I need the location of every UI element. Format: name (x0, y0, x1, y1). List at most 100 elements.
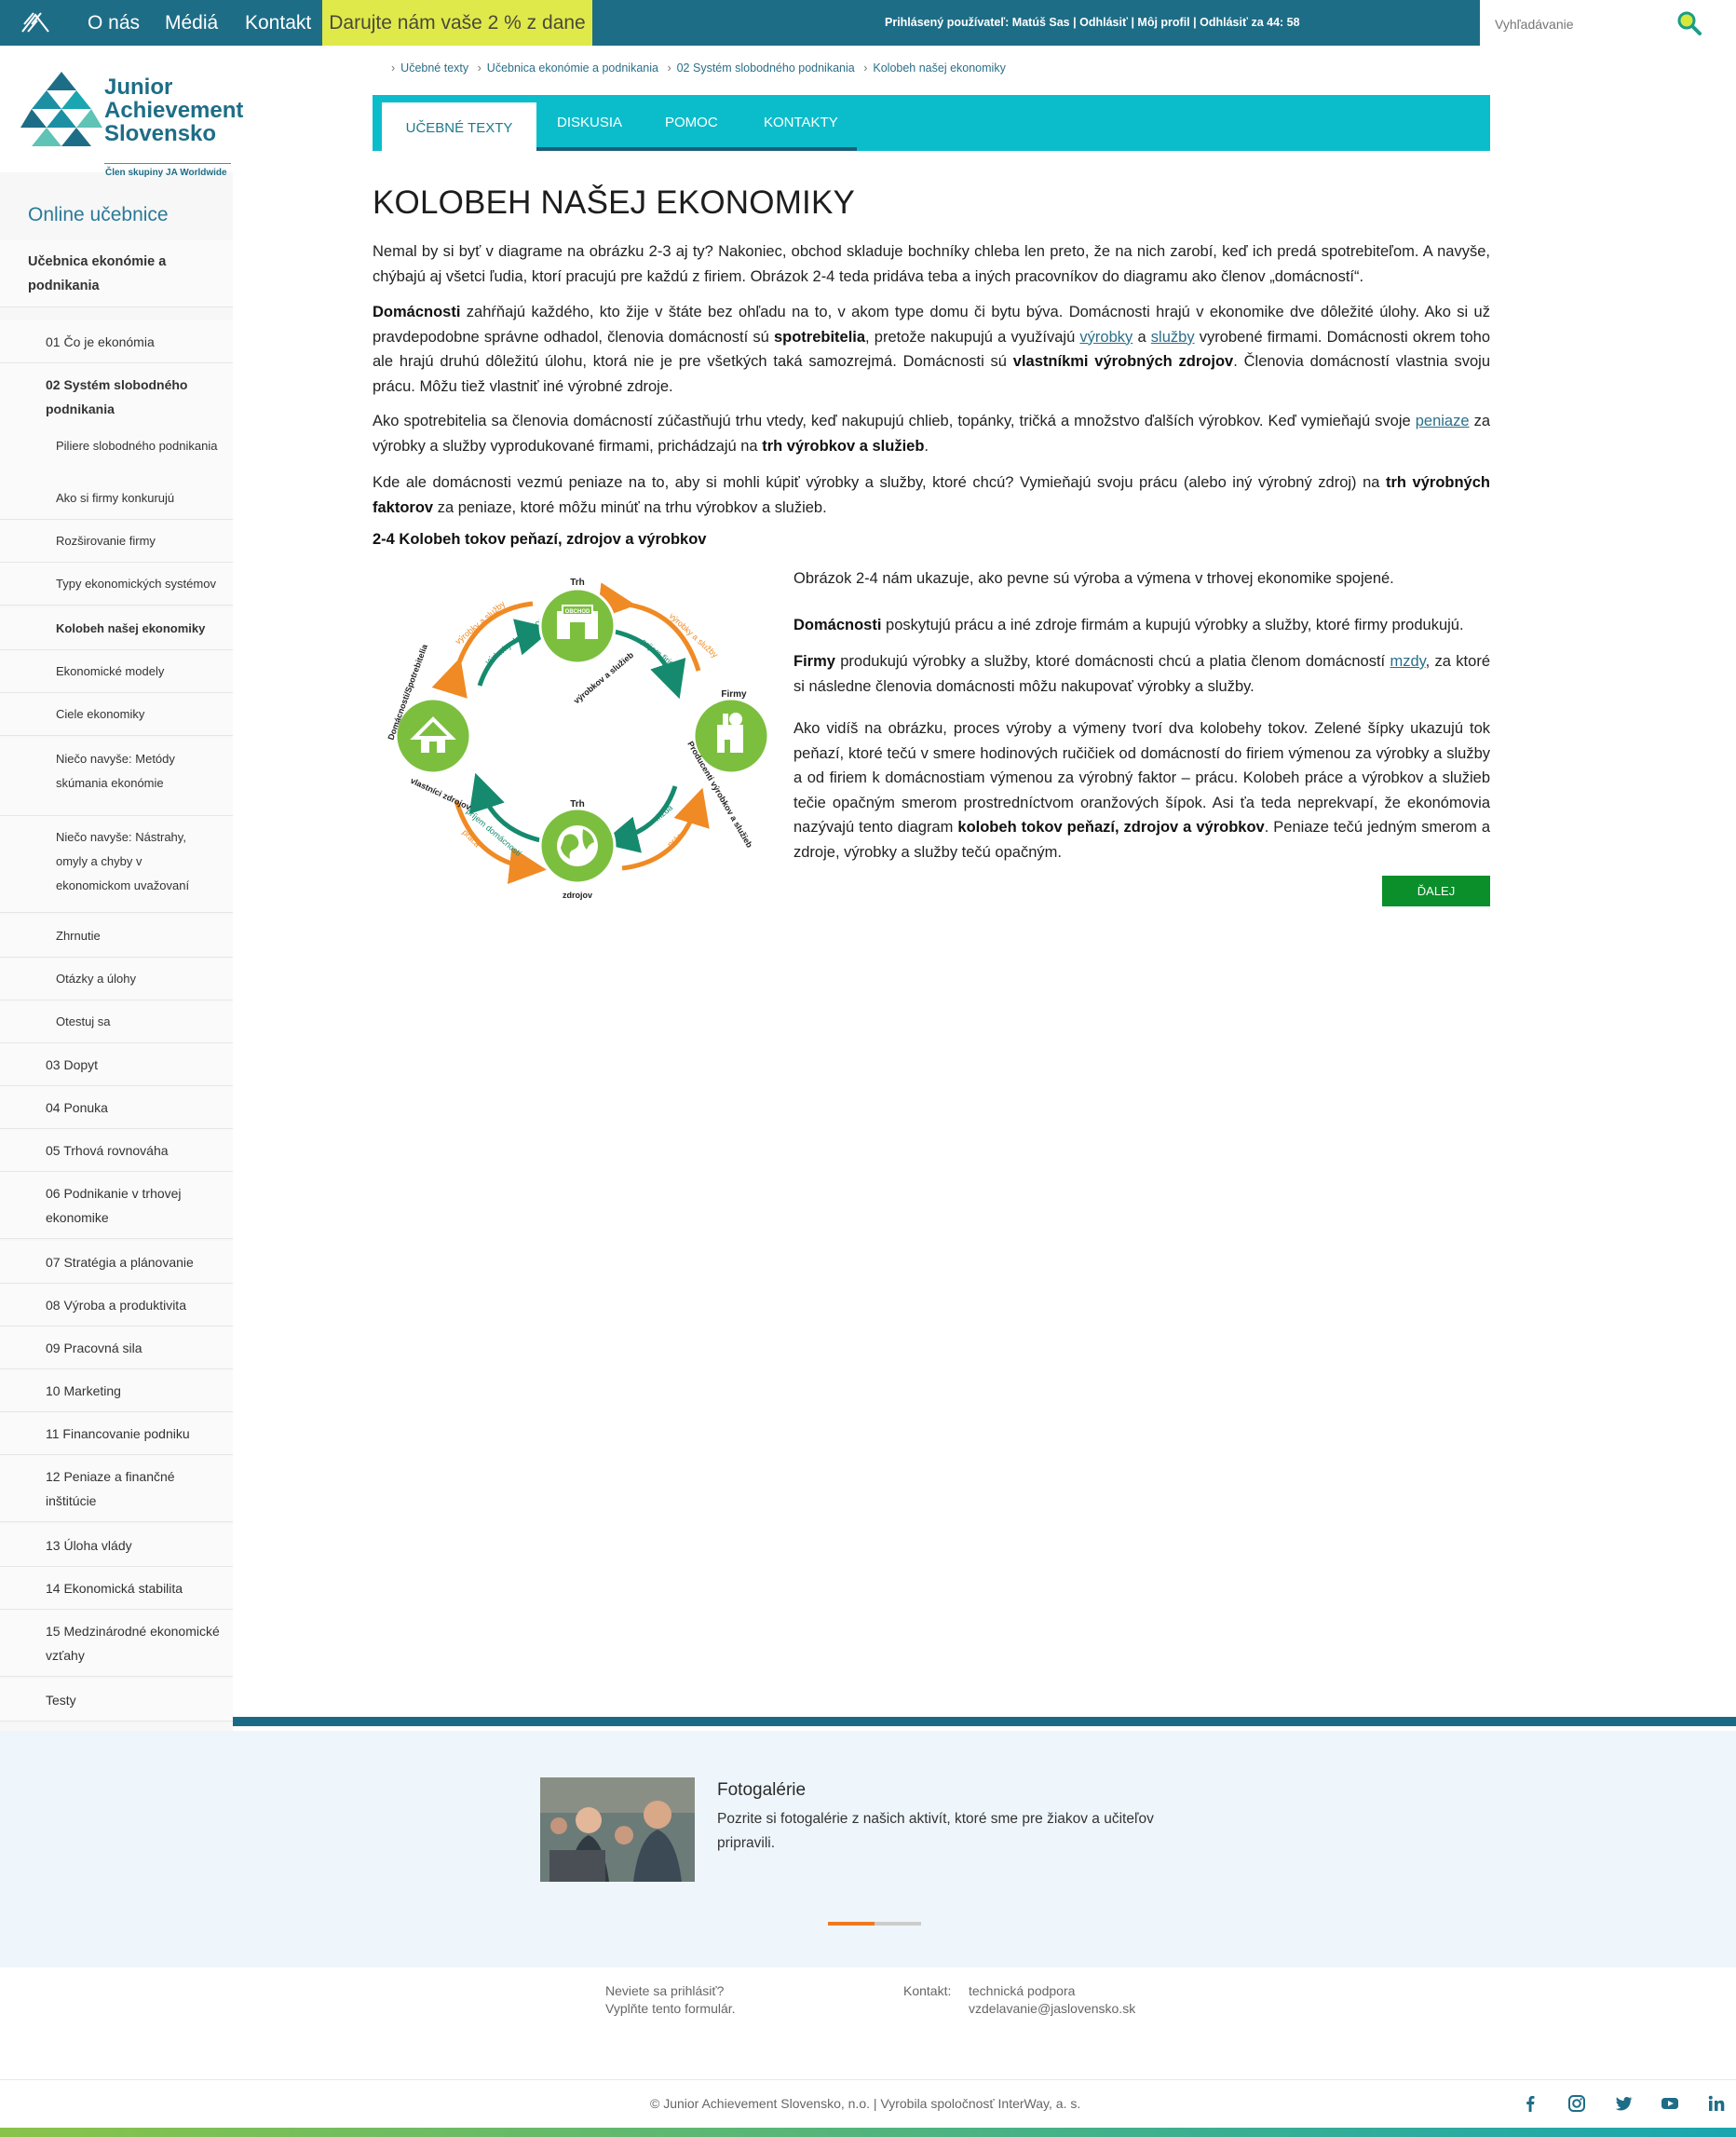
node-left-sub: vlastníci zdrojov (409, 776, 472, 812)
right-paragraph-4: Ako vidíš na obrázku, proces výroby a vý… (793, 716, 1490, 864)
user-info: Prihlásený používateľ: Matúš Sas | Odhlá… (885, 16, 1300, 29)
tab-discussion[interactable]: DISKUSIA (557, 95, 622, 151)
sidebar-item[interactable]: 13 Úloha vlády (0, 1524, 233, 1567)
donate-button[interactable]: Darujte nám vaše 2 % z dane (322, 0, 592, 46)
text: Ako spotrebitelia sa členovia domácností… (373, 413, 1416, 429)
sidebar-item[interactable]: 08 Výroba a produktivita (0, 1284, 233, 1327)
term-resource-owners: vlastníkmi výrobných zdrojov (1012, 353, 1234, 370)
search-icon[interactable] (1675, 9, 1703, 37)
promo-text: Pozrite si fotogalérie z našich aktivít,… (717, 1811, 1154, 1851)
text: . (924, 437, 929, 455)
session-timeout-link[interactable]: Odhlásiť za 44: 58 (1200, 16, 1299, 29)
facebook-icon[interactable] (1520, 2093, 1540, 2114)
gallery-photo[interactable] (540, 1777, 695, 1882)
promo-title[interactable]: Fotogalérie (717, 1780, 806, 1801)
sidebar-item[interactable]: Otestuj sa (0, 1000, 233, 1043)
carousel-indicator-active[interactable] (828, 1922, 875, 1926)
sidebar-item[interactable]: Niečo navyše: Nástrahy, omyly a chyby v … (0, 816, 233, 913)
sidebar-item[interactable]: 14 Ekonomická stabilita (0, 1567, 233, 1610)
copyright: © Junior Achievement Slovensko, n.o. | V… (650, 2096, 1081, 2111)
sidebar-item[interactable]: Otázky a úlohy (0, 958, 233, 1000)
sidebar-item[interactable]: Ekonomické modely (0, 650, 233, 693)
promo-section: Fotogalérie Pozrite si fotogalérie z naš… (0, 1731, 1736, 1967)
term-households: Domácnosti (793, 617, 882, 633)
sidebar-item[interactable]: Testy (0, 1679, 233, 1722)
text: poskytujú prácu a iné zdroje firmám a ku… (881, 617, 1464, 633)
sidebar-item[interactable]: Ako si firmy konkurujú (0, 477, 233, 520)
sidebar-item[interactable]: 03 Dopyt (0, 1043, 233, 1086)
nav-about[interactable]: O nás (88, 0, 140, 46)
node-top-label: Trh (570, 578, 585, 588)
breadcrumb-item-current[interactable]: Kolobeh našej ekonomiky (873, 61, 1005, 75)
label-tr-green: príjem firiem (640, 637, 682, 673)
sidebar-item[interactable]: Kolobeh našej ekonomiky (0, 607, 233, 650)
instagram-icon[interactable] (1566, 2093, 1587, 2114)
ja-mini-logo-icon[interactable] (19, 6, 52, 39)
text: produkujú výrobky a služby, ktoré domácn… (834, 653, 1390, 670)
tab-help[interactable]: POMOC (665, 95, 718, 151)
search-input[interactable] (1493, 11, 1683, 37)
page-title: KOLOBEH NAŠEJ EKONOMIKY (373, 184, 856, 221)
contact-support: technická podpora (969, 1983, 1076, 1998)
ja-logo-triangles-icon (20, 72, 102, 146)
text: za peniaze, ktoré môžu minúť na trhu výr… (433, 498, 827, 516)
breadcrumb-item[interactable]: 02 Systém slobodného podnikania (677, 61, 855, 75)
term-firms: Firmy (793, 653, 835, 670)
glossary-link-wages[interactable]: mzdy (1390, 653, 1425, 670)
ja-logo[interactable]: Junior Achievement Slovensko Člen skupin… (0, 46, 243, 178)
right-paragraph-2: Domácnosti poskytujú prácu a iné zdroje … (793, 613, 1490, 638)
next-button[interactable]: ĎALEJ (1382, 876, 1490, 906)
profile-link[interactable]: Môj profil (1137, 16, 1189, 29)
term-product-market: trh výrobkov a služieb (762, 437, 925, 455)
sidebar-item[interactable]: Rozširovanie firmy (0, 520, 233, 563)
top-bar: O nás Médiá Kontakt Darujte nám vaše 2 %… (0, 0, 1736, 46)
gallery-photo-image (540, 1777, 695, 1882)
text: Kde ale domácnosti vezmú peniaze na to, … (373, 474, 1386, 491)
text: a (1132, 328, 1151, 346)
breadcrumb-item[interactable]: Učebnica ekonómie a podnikania (487, 61, 658, 75)
sidebar-item[interactable]: Typy ekonomických systémov (0, 563, 233, 606)
contact-email-link[interactable]: vzdelavanie@jaslovensko.sk (969, 2001, 1135, 2016)
sidebar-item[interactable]: Učebnica ekonómie a podnikania (0, 240, 233, 307)
sidebar-item[interactable]: Niečo navyše: Metódy skúmania ekonómie (0, 738, 233, 816)
sidebar-item[interactable]: 06 Podnikanie v trhovej ekonomike (0, 1172, 233, 1239)
login-question: Neviete sa prihlásiť? (605, 1983, 725, 1998)
sidebar-item[interactable]: 07 Stratégia a plánovanie (0, 1241, 233, 1284)
nav-contact[interactable]: Kontakt (245, 0, 311, 46)
tab-contacts[interactable]: KONTAKTY (764, 95, 838, 151)
logout-link[interactable]: Odhlásiť (1079, 16, 1128, 29)
breadcrumb-item[interactable]: Učebné texty (400, 61, 468, 75)
label-br-green: mzda (653, 803, 674, 823)
tab-textbooks[interactable]: UČEBNÉ TEXTY (382, 102, 536, 151)
sidebar-item[interactable]: 12 Peniaze a finančné inštitúcie (0, 1455, 233, 1522)
footer-divider (0, 2079, 1736, 2080)
globe-icon (557, 825, 598, 866)
twitter-icon[interactable] (1613, 2093, 1634, 2114)
paragraph-3: Ako spotrebitelia sa členovia domácností… (373, 409, 1490, 458)
sidebar-item[interactable]: Zhrnutie (0, 915, 233, 958)
carousel-indicator[interactable] (875, 1922, 921, 1926)
text: , pretože nakupujú a využívajú (865, 328, 1080, 346)
linkedin-icon[interactable] (1706, 2093, 1727, 2114)
login-form-link[interactable]: Vyplňte tento formulár. (605, 2001, 736, 2016)
glossary-link-money[interactable]: peniaze (1416, 413, 1470, 429)
sidebar-item[interactable]: 01 Čo je ekonómia (0, 320, 233, 363)
sidebar-item[interactable]: 10 Marketing (0, 1369, 233, 1412)
glossary-link-products[interactable]: výrobky (1079, 329, 1132, 346)
tab-bar: UČEBNÉ TEXTY DISKUSIA POMOC KONTAKTY (373, 95, 1490, 151)
glossary-link-services[interactable]: služby (1151, 329, 1195, 346)
nav-media[interactable]: Médiá (165, 0, 218, 46)
sidebar-item[interactable]: 05 Trhová rovnováha (0, 1129, 233, 1172)
sidebar-item[interactable]: Ciele ekonomiky (0, 693, 233, 736)
paragraph-1: Nemal by si byť v diagrame na obrázku 2-… (373, 243, 1490, 285)
logo-tagline: Člen skupiny JA Worldwide (105, 168, 227, 178)
sidebar-title[interactable]: Online učebnice (28, 204, 169, 226)
sidebar-item[interactable]: 15 Medzinárodné ekonomické vzťahy (0, 1610, 233, 1677)
sidebar-item[interactable]: 04 Ponuka (0, 1086, 233, 1129)
figure-title: 2-4 Kolobeh tokov peňazí, zdrojov a výro… (373, 531, 707, 548)
youtube-icon[interactable] (1660, 2093, 1680, 2114)
logo-line-2: Achievement (104, 98, 244, 123)
sidebar-item[interactable]: 02 Systém slobodného podnikania (0, 363, 233, 430)
sidebar-item[interactable]: 11 Financovanie podniku (0, 1412, 233, 1455)
sidebar-item[interactable]: 09 Pracovná sila (0, 1327, 233, 1369)
